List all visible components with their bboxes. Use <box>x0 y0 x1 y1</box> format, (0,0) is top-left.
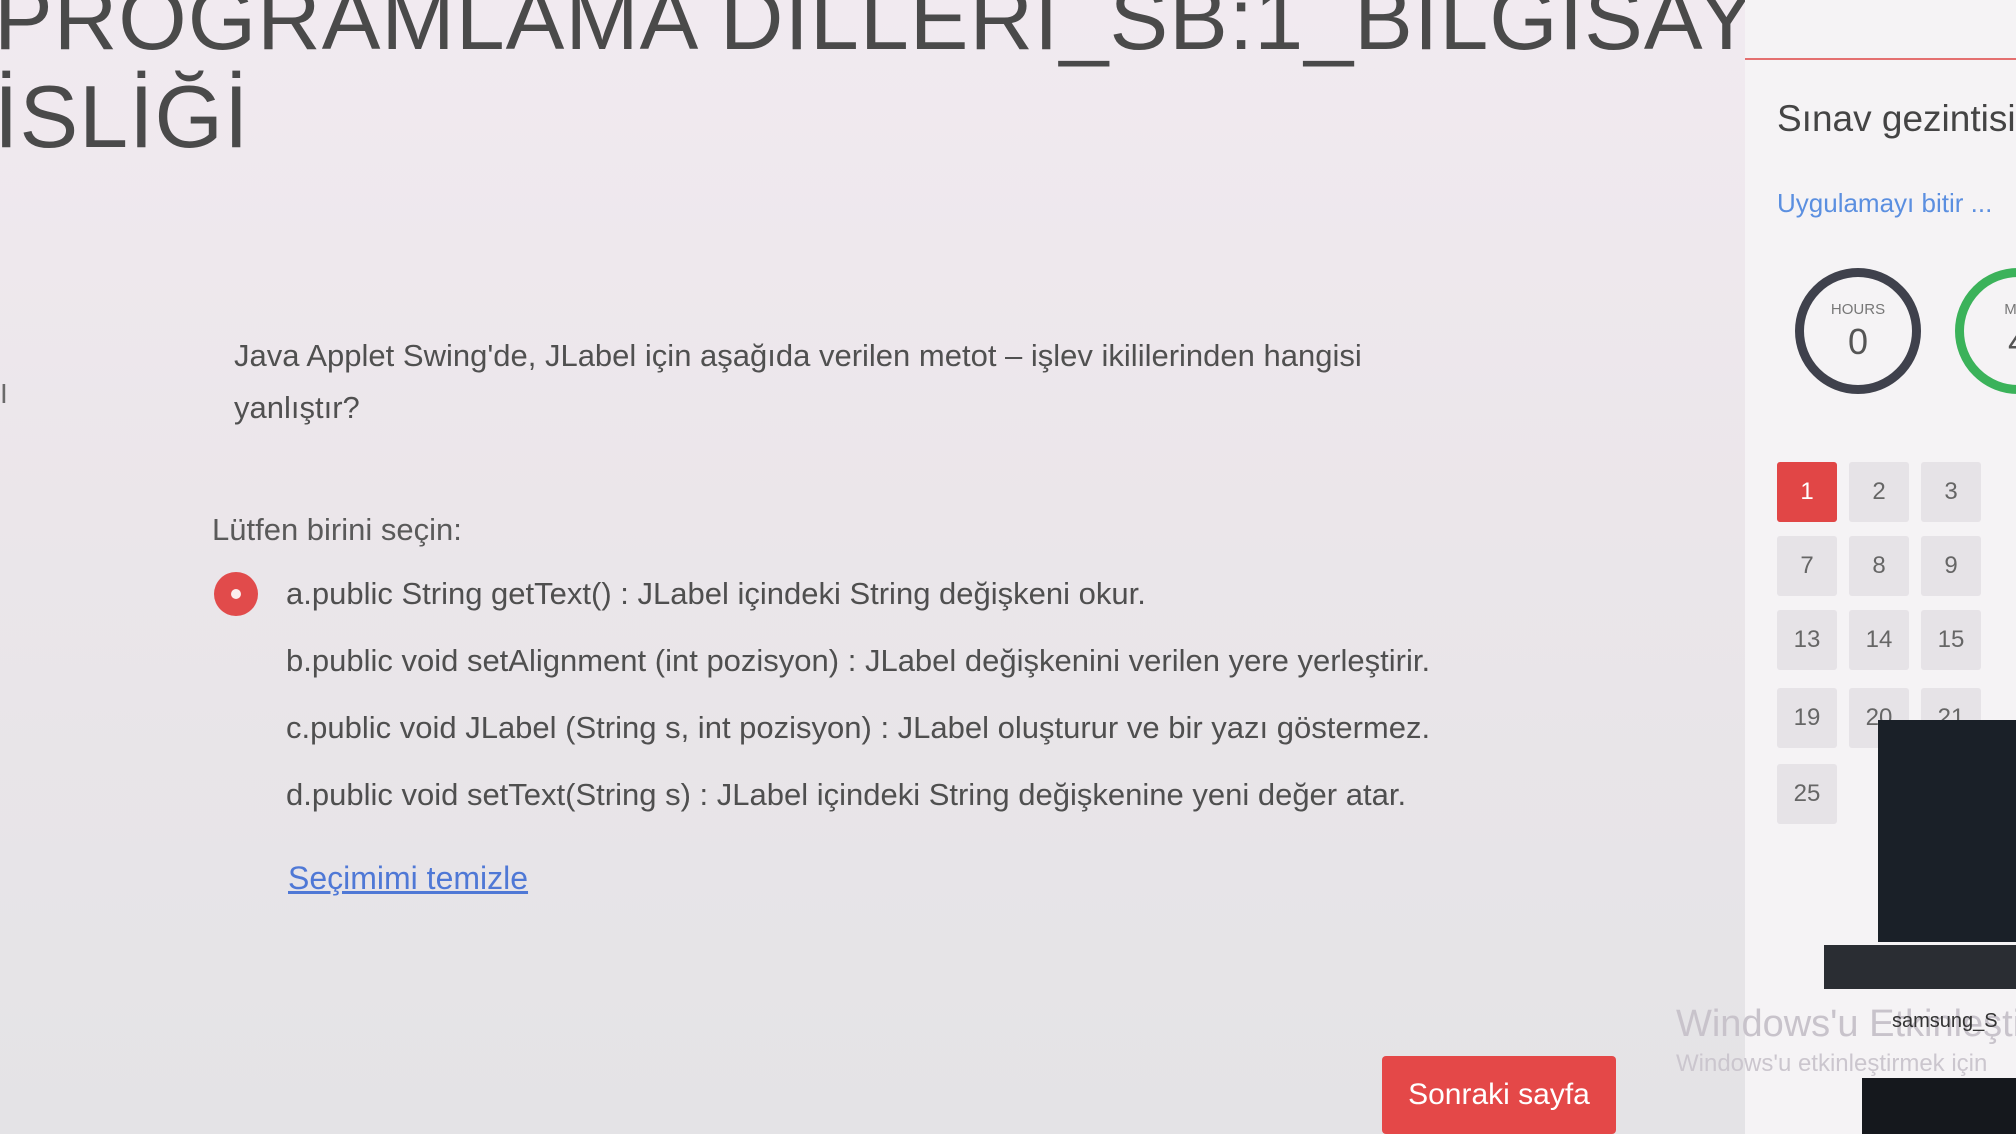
question-text: Java Applet Swing'de, JLabel için aşağıd… <box>234 338 1362 425</box>
timer-minutes-value: 4 <box>1964 321 2016 363</box>
quiz-navigation-title: Sınav gezintisi <box>1777 98 2016 139</box>
timer-minutes-label: MIN <box>2004 301 2016 318</box>
answer-option-label[interactable]: b.public void setAlignment (int pozisyon… <box>286 643 1430 679</box>
answer-prompt: Lütfen birini seçin: <box>212 512 462 547</box>
taskbar-fragment <box>1862 1078 2016 1134</box>
clear-selection-link[interactable]: Seçimimi temizle <box>288 860 528 897</box>
finish-attempt-link[interactable]: Uygulamayı bitir ... <box>1777 188 1992 219</box>
question-nav-button[interactable]: 13 <box>1777 610 1837 670</box>
main-content: PROGRAMLAMA DİLLERİ_SB:1_BİLGİSAYAR İSLİ… <box>0 0 1873 1134</box>
page-title-line-2: İSLİĞİ <box>0 67 250 166</box>
timer-hours-label: HOURS <box>1830 301 1886 318</box>
answer-option-label[interactable]: d.public void setText(String s) : JLabel… <box>286 777 1406 813</box>
timer-hours-value: 0 <box>1847 321 1869 362</box>
windows-activation-subtitle: Windows'u etkinleştirmek için <box>1676 1050 1988 1077</box>
page-title: PROGRAMLAMA DİLLERİ_SB:1_BİLGİSAYAR İSLİ… <box>0 0 1874 166</box>
overlay-label: samsung_S <box>1892 1010 1998 1032</box>
next-page-button[interactable]: Sonraki sayfa <box>1382 1056 1616 1134</box>
question-nav-button[interactable]: 9 <box>1921 536 1981 596</box>
timer-minutes: MIN 4 <box>1955 268 2016 394</box>
answer-option-label[interactable]: a.public String getText() : JLabel içind… <box>286 576 1146 612</box>
timer-hours: HOURS 0 <box>1795 268 1921 394</box>
question-nav-button[interactable]: 8 <box>1849 536 1909 596</box>
page-title-line-1: PROGRAMLAMA DİLLERİ_SB:1_BİLGİSAYAR <box>0 0 1875 68</box>
answer-option-label[interactable]: c.public void JLabel (String s, int pozi… <box>286 710 1430 746</box>
question-nav-button[interactable]: 7 <box>1777 536 1837 596</box>
question-nav-button[interactable]: 15 <box>1921 610 1981 670</box>
radio-selected-icon[interactable] <box>214 571 258 616</box>
question-nav-button[interactable]: 3 <box>1921 462 1981 522</box>
video-overlay-bar <box>1824 945 2016 989</box>
sidebar-divider <box>1745 58 2016 60</box>
video-overlay <box>1878 720 2016 942</box>
question-nav-button[interactable]: 2 <box>1849 462 1909 522</box>
left-edge-fragment: I <box>0 378 8 409</box>
question-nav-button[interactable]: 25 <box>1777 764 1837 824</box>
question-nav-button[interactable]: 1 <box>1777 462 1837 522</box>
question-nav-button[interactable]: 19 <box>1777 688 1837 748</box>
question-nav-button[interactable]: 14 <box>1849 610 1909 670</box>
